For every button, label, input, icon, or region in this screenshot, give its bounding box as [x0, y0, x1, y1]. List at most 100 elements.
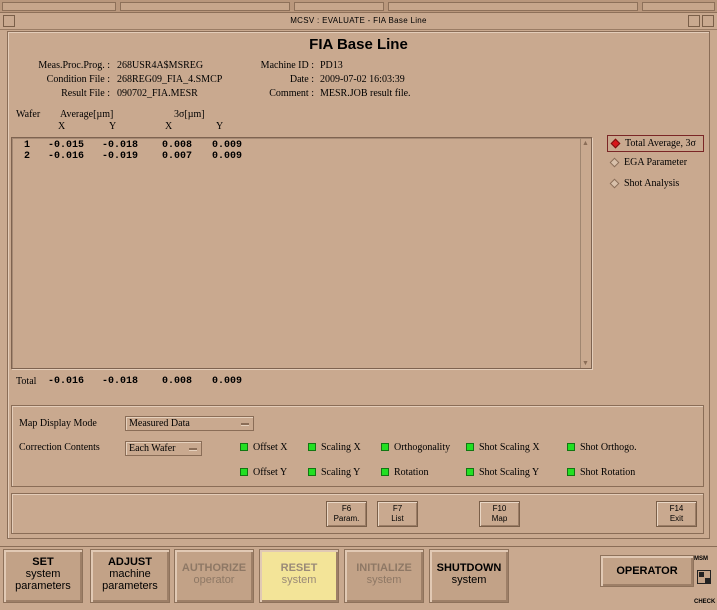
- status-led-icon: [466, 443, 474, 451]
- key-action: Param.: [333, 514, 360, 523]
- total-avg-x: -0.016: [48, 376, 85, 387]
- scroll-up-icon[interactable]: ▲: [582, 139, 589, 147]
- shutdown-system-button[interactable]: SHUTDOWN system: [429, 549, 509, 603]
- f14-exit-button[interactable]: F14 Exit: [656, 501, 697, 527]
- status-led-icon: [308, 443, 316, 451]
- row-avg-x: -0.016: [48, 151, 85, 162]
- machine-id-label: Machine ID :: [260, 60, 314, 71]
- table-row[interactable]: 2 -0.016 -0.019 0.007 0.009: [24, 151, 242, 217]
- row-avg-x: -0.015: [48, 140, 85, 151]
- msm-grid-icon[interactable]: [697, 570, 711, 584]
- key-action: Map: [491, 514, 508, 523]
- col-wafer-header: Wafer: [16, 109, 41, 120]
- status-led-icon: [567, 443, 575, 451]
- status-led-icon: [308, 468, 316, 476]
- authorize-operator-button[interactable]: AUTHORIZE operator: [174, 549, 254, 603]
- status-led-icon: [381, 443, 389, 451]
- operator-button[interactable]: OPERATOR: [600, 555, 694, 587]
- f7-list-button[interactable]: F7 List: [377, 501, 418, 527]
- key-label: F6: [341, 504, 352, 513]
- condition-file-label: Condition File :: [46, 74, 110, 85]
- result-file-label: Result File :: [61, 88, 110, 99]
- list-scrollbar[interactable]: ▲ ▼: [580, 138, 591, 368]
- key-label: F14: [669, 504, 684, 513]
- col-3sigma-header: 3σ[µm]: [174, 109, 205, 120]
- row-sigma-y: 0.009: [212, 140, 243, 151]
- results-list[interactable]: [11, 137, 592, 369]
- key-action: Exit: [669, 514, 684, 523]
- led-label: Shot Orthogo.: [580, 442, 637, 453]
- correction-contents-label: Correction Contents: [19, 442, 100, 453]
- row-sigma-x: 0.008: [162, 140, 193, 151]
- maximize-button[interactable]: [702, 15, 714, 27]
- minimize-button[interactable]: [688, 15, 700, 27]
- scroll-down-icon[interactable]: ▼: [582, 359, 589, 367]
- led-label: Offset Y: [253, 467, 288, 478]
- status-led-icon: [466, 468, 474, 476]
- row-sigma-y: 0.009: [212, 151, 243, 162]
- comment-label: Comment :: [269, 88, 314, 99]
- page-title: FIA Base Line: [309, 36, 408, 53]
- window-titlebar: MCSV : EVALUATE - FIA Base Line: [0, 13, 717, 30]
- led-label: Shot Scaling X: [479, 442, 540, 453]
- initialize-system-button[interactable]: INITIALIZE system: [344, 549, 424, 603]
- row-wafer: 1: [24, 140, 31, 151]
- meas-proc-value: 268USR4A$MSREG: [117, 60, 204, 71]
- avg-y-header: Y: [109, 121, 117, 132]
- total-sigma-x: 0.008: [162, 376, 193, 387]
- result-file-value: 090702_FIA.MESR: [117, 88, 198, 99]
- row-avg-y: -0.018: [102, 140, 139, 151]
- radio-icon: [609, 157, 620, 168]
- comment-value: MESR.JOB result file.: [320, 88, 411, 99]
- option-label: EGA Parameter: [624, 157, 688, 168]
- status-led-icon: [567, 468, 575, 476]
- dropdown-arrow-icon: [241, 423, 249, 425]
- sigma-y-header: Y: [216, 121, 224, 132]
- machine-id-value: PD13: [320, 60, 343, 71]
- row-sigma-x: 0.007: [162, 151, 193, 162]
- reset-system-button[interactable]: RESET system: [259, 549, 339, 603]
- led-label: Rotation: [394, 467, 429, 478]
- map-display-label: Map Display Mode: [19, 418, 97, 429]
- led-label: Shot Rotation: [580, 467, 636, 478]
- radio-icon: [609, 178, 620, 189]
- window-title: MCSV : EVALUATE - FIA Base Line: [290, 16, 427, 25]
- option-ega-parameter[interactable]: EGA Parameter: [607, 155, 704, 172]
- led-label: Scaling X: [321, 442, 361, 453]
- date-value: 2009-07-02 16:03:39: [320, 74, 405, 85]
- option-total-average[interactable]: Total Average, 3σ: [607, 135, 704, 152]
- avg-x-header: X: [58, 121, 66, 132]
- correction-dropdown[interactable]: Each Wafer: [125, 441, 202, 456]
- key-label: F7: [392, 504, 403, 513]
- map-display-dropdown[interactable]: Measured Data: [125, 416, 254, 431]
- sigma-x-header: X: [165, 121, 173, 132]
- total-label: Total: [16, 376, 37, 387]
- status-led-icon: [240, 443, 248, 451]
- map-display-value: Measured Data: [129, 418, 190, 429]
- radio-selected-icon: [610, 138, 621, 149]
- option-label: Total Average, 3σ: [625, 138, 696, 149]
- f6-param-button[interactable]: F6 Param.: [326, 501, 367, 527]
- top-strip: [0, 0, 717, 13]
- dropdown-arrow-icon: [189, 448, 197, 450]
- check-label: CHECK: [694, 599, 716, 605]
- led-label: Orthogonality: [394, 442, 451, 453]
- set-system-parameters-button[interactable]: SET system parameters: [3, 549, 83, 603]
- key-action: List: [391, 514, 404, 523]
- key-label: F10: [492, 504, 507, 513]
- led-label: Shot Scaling Y: [479, 467, 540, 478]
- option-label: Shot Analysis: [624, 178, 680, 189]
- f10-map-button[interactable]: F10 Map: [479, 501, 520, 527]
- col-average-header: Average[µm]: [60, 109, 114, 120]
- meas-proc-label: Meas.Proc.Prog. :: [38, 60, 110, 71]
- date-label: Date :: [289, 74, 314, 85]
- led-label: Scaling Y: [321, 467, 361, 478]
- total-sigma-y: 0.009: [212, 376, 243, 387]
- adjust-machine-parameters-button[interactable]: ADJUST machine parameters: [90, 549, 170, 603]
- status-led-icon: [240, 468, 248, 476]
- correction-value: Each Wafer: [129, 443, 176, 454]
- msm-label: MSM: [694, 556, 708, 562]
- option-shot-analysis[interactable]: Shot Analysis: [607, 176, 704, 193]
- condition-file-value: 268REG09_FIA_4.SMCP: [117, 74, 223, 85]
- led-label: Offset X: [253, 442, 288, 453]
